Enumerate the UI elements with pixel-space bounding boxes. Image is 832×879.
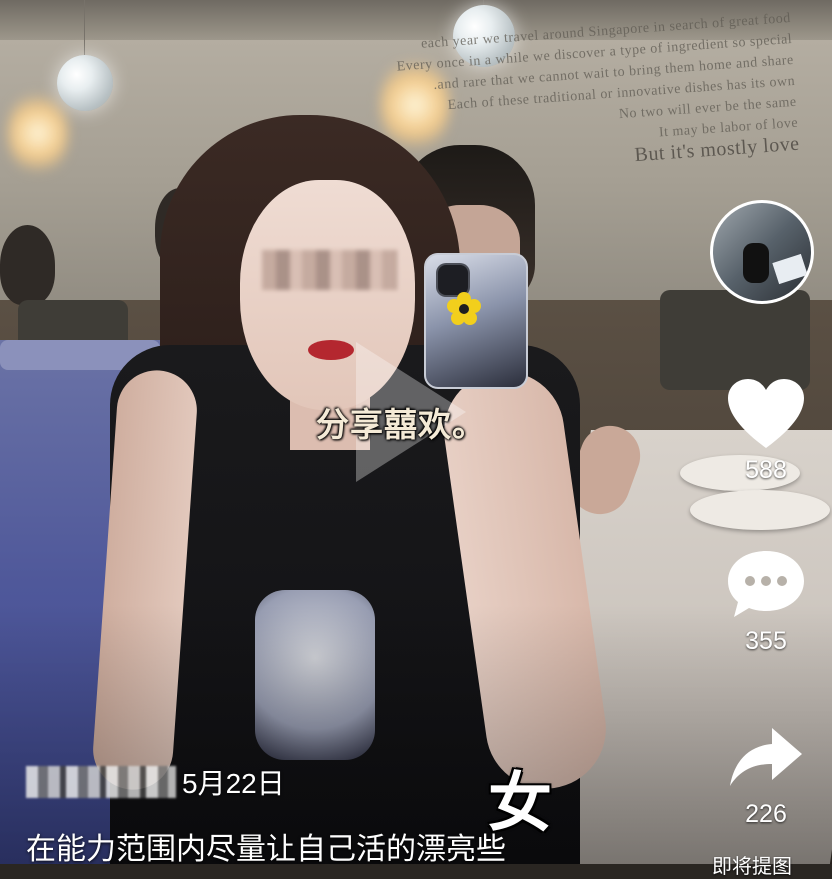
chair	[660, 290, 810, 390]
post-description: 在能力范围内尽量让自己活的漂亮些	[26, 833, 506, 866]
avatar-figure	[743, 243, 769, 283]
comment-bubble-icon	[728, 551, 804, 617]
like-button[interactable]: 588	[718, 378, 814, 485]
author-avatar[interactable]	[710, 200, 814, 304]
comment-count: 355	[745, 627, 787, 655]
lamp-wire	[84, 0, 85, 55]
avatar-paper	[772, 253, 808, 285]
pendant-lamp	[57, 55, 113, 111]
flower-sticker-icon	[447, 292, 481, 325]
comment-button[interactable]: 355	[718, 549, 814, 656]
red-lips	[308, 340, 354, 360]
blurred-eyes-mosaic	[262, 250, 397, 290]
share-arrow-icon	[730, 728, 802, 786]
plate	[690, 490, 830, 530]
author-meta[interactable]: 5月22日	[26, 762, 285, 802]
wall-light	[8, 88, 68, 178]
share-button[interactable]: 226	[718, 722, 814, 829]
masked-author-name	[26, 766, 176, 798]
background-person	[0, 225, 55, 305]
post-date: 5月22日	[182, 768, 285, 799]
heart-icon	[728, 379, 804, 448]
video-caption: 分享囍欢。	[316, 406, 486, 443]
shirt-graphic	[255, 590, 375, 760]
footer-partial-text: 即将提图	[712, 856, 792, 878]
like-count: 588	[745, 456, 787, 484]
share-count: 226	[745, 800, 787, 828]
